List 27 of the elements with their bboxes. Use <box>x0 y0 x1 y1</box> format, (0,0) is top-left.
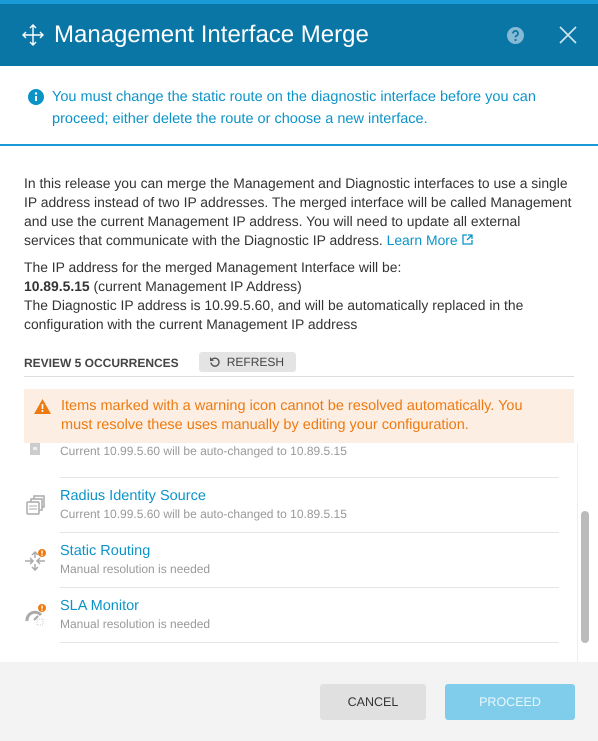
warning-icon <box>34 399 51 414</box>
description-text: In this release you can merge the Management and Diagnostic interfaces to use a single IP address instead of two IP addresses. The merged interface will be called Management and use the current Management IP address. You will need to update all external services that communicate with the Diagnostic IP address. Learn More <box>24 174 572 250</box>
scrollbar-thumb[interactable] <box>581 511 589 643</box>
occurrence-subtitle: Current 10.99.5.60 will be auto-changed to 10.89.5.15 <box>60 506 348 522</box>
info-message: You must change the static route on the diagnostic interface before you can proceed; either delete the route or choose a new interface. <box>52 88 537 129</box>
close-button[interactable] <box>558 25 578 45</box>
occurrence-title[interactable]: Static Routing <box>60 542 559 560</box>
occurrence-subtitle: Manual resolution is needed <box>60 616 212 632</box>
move-icon[interactable] <box>22 24 44 46</box>
info-icon <box>28 89 44 105</box>
server-icon <box>30 443 40 455</box>
warning-message: Items marked with a warning icon cannot be resolved automatically. You must resolve these uses manually by editing your configuration. <box>61 397 524 435</box>
occurrence-title[interactable]: Radius Identity Source <box>60 486 559 506</box>
ip-address-text: 10.89.5.15 (current Management IP Address) <box>24 277 303 296</box>
help-icon[interactable] <box>507 26 524 44</box>
review-heading: REVIEW 5 OCCURRENCES <box>24 355 179 372</box>
refresh-icon <box>208 356 221 368</box>
occurrence-subtitle: Manual resolution is needed <box>60 560 212 576</box>
window-title: Management Interface Merge <box>54 21 370 49</box>
refresh-button[interactable]: REFRESH <box>198 352 296 372</box>
diagnostic-ip-text: The Diagnostic IP address is 10.99.5.60, and will be automatically replaced in the configuration with the current Management IP address <box>24 296 524 334</box>
occurrence-subtitle: Current 10.99.5.60 will be auto-changed to 10.89.5.15 <box>60 443 348 459</box>
learn-more-link[interactable]: Learn More <box>386 232 473 248</box>
cancel-button[interactable]: CANCEL <box>320 684 426 720</box>
external-link-icon <box>462 234 473 245</box>
ip-info-text: The IP address for the merged Management Interface will be: <box>24 258 402 277</box>
occurrence-title[interactable]: SLA Monitor <box>60 596 559 616</box>
